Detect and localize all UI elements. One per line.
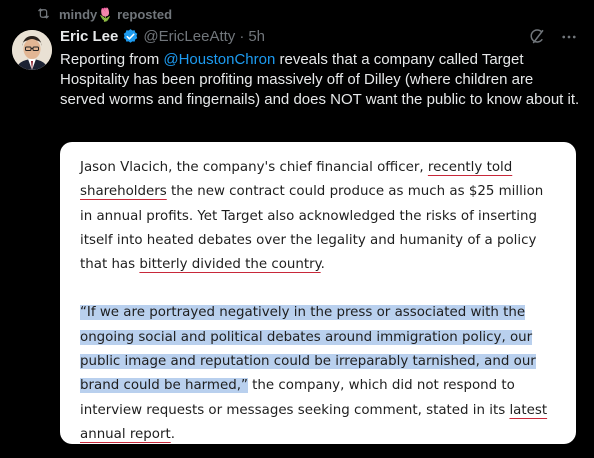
more-icon[interactable]: [560, 28, 578, 51]
avatar[interactable]: [12, 30, 52, 70]
verified-icon: [122, 28, 139, 45]
separator: ·: [239, 28, 245, 45]
article-link-divided: bitterly divided the country: [139, 257, 321, 273]
tweet-actions: [528, 28, 578, 51]
timestamp[interactable]: 5h: [248, 28, 265, 45]
repost-indicator[interactable]: mindy🌷 reposted: [36, 6, 172, 24]
author-handle[interactable]: @EricLeeAtty: [143, 28, 235, 45]
grok-icon[interactable]: [528, 28, 546, 51]
mention-link[interactable]: @HoustonChron: [163, 51, 275, 68]
repost-user[interactable]: mindy🌷 reposted: [59, 7, 172, 23]
article-paragraph-1: Jason Vlacich, the company's chief finan…: [80, 160, 544, 273]
article-text: Jason Vlacich, the company's chief finan…: [80, 156, 556, 444]
tweet-header: Eric Lee @EricLeeAtty · 5h: [60, 28, 582, 45]
author-name[interactable]: Eric Lee: [60, 28, 118, 45]
tweet-text: Reporting from @HoustonChron reveals tha…: [60, 50, 580, 110]
tweet-text-prefix: Reporting from: [60, 51, 164, 68]
article-screenshot[interactable]: Jason Vlacich, the company's chief finan…: [60, 142, 576, 444]
article-paragraph-2: “If we are portrayed negatively in the p…: [80, 305, 548, 442]
repost-icon: [36, 6, 51, 24]
